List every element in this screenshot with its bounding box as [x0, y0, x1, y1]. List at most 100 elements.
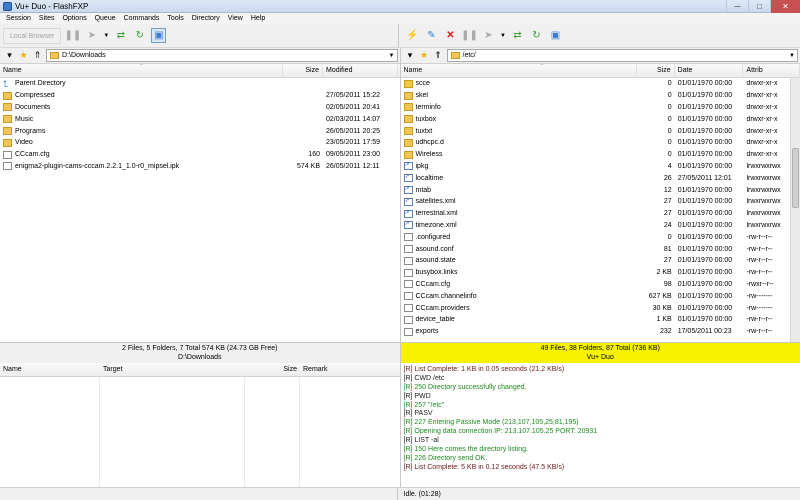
column-date[interactable]: Date [675, 64, 744, 78]
file-row[interactable]: Compressed 27/05/2011 15:22 [0, 90, 400, 102]
folder-icon [403, 138, 413, 147]
link-icon [403, 174, 413, 183]
remote-scrollbar[interactable] [790, 78, 800, 342]
file-row[interactable]: tuxbox 0 01/01/1970 00:00 drwxr-xr-x [401, 113, 800, 125]
queue-column-target[interactable]: Target [100, 363, 245, 377]
file-row[interactable]: terminfo 0 01/01/1970 00:00 drwxr-xr-x [401, 102, 800, 114]
file-name-text: Compressed [15, 92, 55, 100]
column-name[interactable]: Name [401, 64, 637, 78]
file-row[interactable]: Documents 02/05/2011 20:41 [0, 102, 400, 114]
left-path-input[interactable]: D:\Downloads ▼ [46, 49, 398, 62]
history-icon[interactable]: ▾ [4, 50, 15, 61]
compare-icon[interactable]: ▣ [151, 28, 167, 43]
disconnect-icon[interactable]: ✕ [443, 28, 458, 43]
file-size: 574 KB [297, 162, 320, 170]
pause-icon[interactable]: ❚❚ [461, 28, 478, 43]
file-row[interactable]: timezone.xml2401/01/1970 00:00lrwxrwxrwx [401, 220, 800, 232]
file-row[interactable]: enigma2-plugin-cams-cccam.2.2.1_1.0-r0_m… [0, 161, 400, 173]
quick-connect-icon[interactable]: ✎ [424, 28, 439, 43]
maximize-button[interactable]: □ [748, 0, 770, 13]
column-attrib[interactable]: Attrib [743, 64, 800, 78]
transfer-queue[interactable]: Name Target Size Remark [0, 363, 401, 487]
file-row[interactable]: udhcpc.d 0 01/01/1970 00:00 drwxr-xr-x [401, 137, 800, 149]
file-row[interactable]: Music 02/03/2011 14:07 [0, 113, 400, 125]
file-row[interactable]: Wireless 0 01/01/1970 00:00 drwxr-xr-x [401, 149, 800, 161]
local-browser-button[interactable]: Local Browser [3, 27, 62, 44]
history-icon[interactable]: ▾ [405, 50, 416, 61]
connect-icon[interactable]: ⇄ [113, 28, 128, 43]
file-row[interactable]: Programs 26/05/2011 20:25 [0, 125, 400, 137]
file-row[interactable]: skel 0 01/01/1970 00:00 drwxr-xr-x [401, 90, 800, 102]
file-name-text: asound.state [415, 257, 456, 265]
file-row[interactable]: localtime2627/05/2011 12:01lrwxrwxrwx [401, 172, 800, 184]
file-row[interactable]: asound.state 27 01/01/1970 00:00 -rw-r--r-- [401, 255, 800, 267]
minimize-button[interactable]: ─ [726, 0, 748, 13]
chevron-down-icon[interactable]: ▼ [387, 53, 397, 59]
column-size[interactable]: Size [637, 64, 675, 78]
favorites-star-icon[interactable]: ★ [18, 50, 29, 61]
refresh-icon[interactable]: ↻ [132, 28, 147, 43]
file-name: CCcam.channelinfo [401, 292, 637, 301]
favorites-star-icon[interactable]: ★ [419, 50, 430, 61]
file-row[interactable]: Video 23/05/2011 17:59 [0, 137, 400, 149]
link-icon [403, 197, 413, 206]
file-row[interactable]: mtab1201/01/1970 00:00lrwxrwxrwx [401, 184, 800, 196]
menu-tools[interactable]: Tools [163, 15, 187, 22]
file-row[interactable]: ipkg401/01/1970 00:00lrwxrwxrwx [401, 161, 800, 173]
up-icon: ⮤ [3, 79, 9, 88]
file-size: 12 [663, 186, 672, 194]
menu-commands[interactable]: Commands [120, 15, 164, 22]
file-row[interactable]: CCcam.cfg 98 01/01/1970 00:00 -rwxr--r-- [401, 279, 800, 291]
file-row[interactable]: exports 232 17/05/2011 00:23 -rw-r--r-- [401, 326, 800, 338]
file-name-text: terminfo [415, 103, 441, 111]
menu-options[interactable]: Options [58, 15, 90, 22]
pause-icon[interactable]: ❚❚ [64, 28, 81, 43]
menu-view[interactable]: View [224, 15, 247, 22]
column-size[interactable]: Size [283, 64, 323, 78]
file-row[interactable]: .configured 0 01/01/1970 00:00 -rw-r--r-- [401, 231, 800, 243]
refresh-icon[interactable]: ↻ [529, 28, 544, 43]
chevron-down-icon[interactable]: ▼ [787, 53, 797, 59]
file-row[interactable]: CCcam.providers 30 KB 01/01/1970 00:00 -rw-… [401, 302, 800, 314]
menu-help[interactable]: Help [247, 15, 269, 22]
connect-site-icon[interactable]: ⚡ [405, 28, 420, 43]
file-row[interactable]: scce 0 01/01/1970 00:00 drwxr-xr-x [401, 78, 800, 90]
file-row[interactable]: busybox.links 2 KB 01/01/1970 00:00 -rw-r--… [401, 267, 800, 279]
menu-queue[interactable]: Queue [91, 15, 120, 22]
file-row[interactable]: ⮤ Parent Directory [0, 78, 400, 90]
remote-status: 49 Files, 38 Folders, 87 Total (736 KB) … [399, 343, 800, 363]
file-row[interactable]: CCcam.cfg 160 09/05/2011 23:00 [0, 149, 400, 161]
chevron-down-icon[interactable]: ▼ [103, 28, 109, 43]
file-icon [403, 233, 413, 242]
column-modified[interactable]: Modified [323, 64, 398, 78]
file-date: 01/01/1970 00:00 [677, 257, 733, 265]
queue-column-size[interactable]: Size [245, 363, 300, 377]
queue-column-remark[interactable]: Remark [300, 363, 395, 377]
file-row[interactable]: device_table 1 KB 01/01/1970 00:00 -rw-r--r… [401, 314, 800, 326]
link-icon [403, 162, 413, 171]
connect-icon[interactable]: ⇄ [510, 28, 525, 43]
log-line: [R] Opening data connection IP: 213.107.… [403, 428, 598, 436]
file-row[interactable]: asound.conf 81 01/01/1970 00:00 -rw-r--r-- [401, 243, 800, 255]
file-row[interactable]: tuxtxt 0 01/01/1970 00:00 drwxr-xr-x [401, 125, 800, 137]
transfer-icon[interactable]: ➤ [84, 28, 99, 43]
parent-folder-icon[interactable]: ⇑ [433, 50, 444, 61]
file-size: 0 [667, 92, 672, 100]
transfer-icon[interactable]: ➤ [481, 28, 496, 43]
file-row[interactable]: terrestrial.xml2701/01/1970 00:00lrwxrwx… [401, 208, 800, 220]
file-row[interactable]: satellites.xml2701/01/1970 00:00lrwxrwxr… [401, 196, 800, 208]
menu-directory[interactable]: Directory [188, 15, 224, 22]
file-row[interactable]: CCcam.channelinfo 627 KB 01/01/1970 00:00-… [401, 290, 800, 302]
queue-column-name[interactable]: Name [0, 363, 100, 377]
menu-sites[interactable]: Sites [35, 15, 59, 22]
local-file-list: ^ Name Size Modified ⮤ Parent Directory Co… [0, 64, 400, 343]
scroll-thumb[interactable] [792, 148, 799, 208]
file-name: asound.state [401, 256, 637, 265]
menu-session[interactable]: Session [2, 15, 35, 22]
parent-folder-icon[interactable]: ⇑ [32, 50, 43, 61]
close-button[interactable]: ✕ [770, 0, 800, 13]
chevron-down-icon[interactable]: ▼ [500, 28, 506, 43]
log-line: [R] 257 "/etc" [403, 401, 445, 409]
right-path-input[interactable]: /etc/ ▼ [446, 49, 798, 62]
compare-icon[interactable]: ▣ [548, 28, 563, 43]
